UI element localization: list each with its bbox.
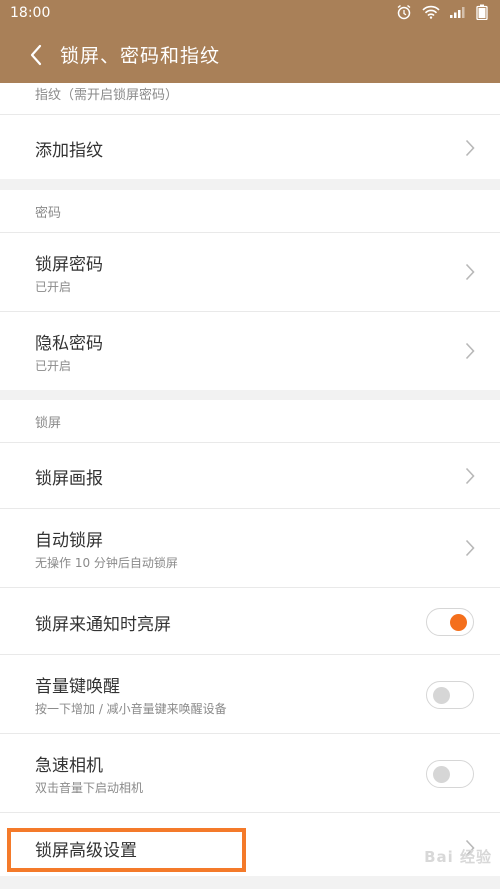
row-title: 锁屏画报 — [35, 469, 103, 489]
section-label-lockscreen: 锁屏 — [35, 416, 62, 431]
row-privacy-password[interactable]: 隐私密码 已开启 — [0, 311, 500, 390]
chevron-right-icon — [465, 263, 475, 281]
row-title: 锁屏来通知时亮屏 — [35, 615, 171, 635]
row-subtitle: 按一下增加 / 减小音量键来唤醒设备 — [35, 702, 227, 716]
row-lockscreen-wallpaper[interactable]: 锁屏画报 — [0, 442, 500, 508]
section-fingerprint: 指纹（需开启锁屏密码） 添加指纹 — [0, 83, 500, 179]
chevron-left-icon[interactable] — [26, 42, 46, 68]
chevron-right-icon — [465, 467, 475, 485]
row-subtitle: 双击音量下启动相机 — [35, 781, 144, 795]
watermark: Bai 经验 — [424, 848, 492, 866]
battery-icon — [476, 4, 488, 20]
chevron-right-icon — [465, 139, 475, 157]
row-subtitle: 无操作 10 分钟后自动锁屏 — [35, 556, 178, 570]
highlight-box — [7, 828, 246, 872]
page-title: 锁屏、密码和指纹 — [60, 45, 221, 67]
row-title: 锁屏密码 — [35, 255, 103, 275]
toggle-knob — [433, 766, 450, 783]
row-add-fingerprint[interactable]: 添加指纹 — [0, 114, 500, 179]
row-subtitle: 已开启 — [35, 280, 72, 294]
wake-on-notification-toggle[interactable] — [426, 608, 474, 636]
wifi-icon — [422, 5, 440, 19]
row-title: 音量键唤醒 — [35, 677, 120, 697]
chevron-right-icon — [465, 539, 475, 557]
section-label-password: 密码 — [35, 206, 62, 221]
row-title: 隐私密码 — [35, 334, 103, 354]
section-password: 密码 锁屏密码 已开启 隐私密码 已开启 — [0, 190, 500, 390]
row-lock-password[interactable]: 锁屏密码 已开启 — [0, 232, 500, 311]
row-subtitle: 已开启 — [35, 359, 72, 373]
app-header: 锁屏、密码和指纹 — [0, 27, 500, 83]
row-volume-wake: 音量键唤醒 按一下增加 / 减小音量键来唤醒设备 — [0, 654, 500, 733]
row-title: 自动锁屏 — [35, 531, 103, 551]
alarm-icon — [396, 4, 412, 20]
row-wake-on-notification: 锁屏来通知时亮屏 — [0, 587, 500, 654]
volume-wake-toggle[interactable] — [426, 681, 474, 709]
section-lockscreen: 锁屏 锁屏画报 自动锁屏 无操作 10 分钟后自动锁屏 锁屏来通知时亮屏 音量键… — [0, 400, 500, 876]
toggle-knob — [433, 687, 450, 704]
signal-icon — [450, 6, 466, 18]
status-bar: 18:00 — [0, 0, 500, 27]
status-time: 18:00 — [10, 5, 51, 21]
row-title: 急速相机 — [35, 756, 103, 776]
chevron-right-icon — [465, 342, 475, 360]
row-title: 添加指纹 — [35, 141, 103, 161]
row-quick-camera: 急速相机 双击音量下启动相机 — [0, 733, 500, 812]
toggle-knob — [450, 614, 467, 631]
quick-camera-toggle[interactable] — [426, 760, 474, 788]
section-label-fingerprint: 指纹（需开启锁屏密码） — [35, 88, 179, 103]
row-auto-lock[interactable]: 自动锁屏 无操作 10 分钟后自动锁屏 — [0, 508, 500, 587]
